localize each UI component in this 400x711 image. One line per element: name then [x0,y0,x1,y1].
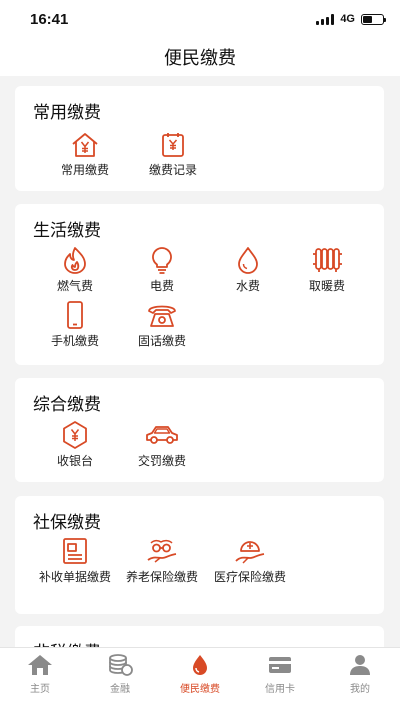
tab-label: 金融 [110,684,130,695]
credit-card-icon [269,657,291,673]
tile-medical-insurance[interactable]: 医疗保险缴费 [205,537,295,584]
bill-record-icon [162,133,184,157]
flame-icon [64,247,86,274]
tile-label: 手机缴费 [50,334,99,348]
section-title: 社保缴费 [33,513,101,532]
tile-gas[interactable]: 燃气费 [30,246,120,293]
section-card-comprehensive: 综合缴费 收银台 交罚缴费 [15,378,384,482]
tile-label: 常用缴费 [60,163,109,177]
tile-heating[interactable]: 取暖费 [282,246,372,293]
tab-home[interactable]: 主页 [0,654,80,695]
tile-label: 取暖费 [308,279,345,293]
tab-finance[interactable]: 金融 [80,654,160,695]
page-title: 便民缴费 [164,48,236,68]
tab-label: 便民缴费 [180,684,220,695]
network-label: 4G [340,13,355,25]
section-title: 生活缴费 [33,221,101,240]
section-card-non-tax: 非税缴费 [15,626,384,647]
tab-label: 主页 [30,684,50,695]
tile-label: 收银台 [56,454,93,468]
status-indicators: 4G [316,13,386,25]
tile-label: 燃气费 [56,279,93,293]
section-card-frequent: 常用缴费 常用缴费 缴费记录 [15,86,384,191]
tile-supplementary-bill[interactable]: 补收单据缴费 [30,537,120,584]
house-yen-icon [72,133,98,157]
section-title: 非税缴费 [33,638,101,647]
tile-water[interactable]: 水费 [203,246,293,293]
radiator-icon [313,248,342,272]
section-title: 综合缴费 [33,395,101,414]
drop-icon [193,655,207,675]
tile-label: 电费 [149,279,174,293]
section-card-living: 生活缴费 燃气费 电费 水费 取暖费 手机缴费 固话缴费 [15,204,384,365]
car-icon [146,426,178,444]
document-form-icon [63,538,87,564]
tab-profile[interactable]: 我的 [320,654,400,695]
tile-label: 养老保险缴费 [125,570,198,584]
coins-icon [109,654,133,676]
tile-cashier[interactable]: 收银台 [30,421,120,468]
tab-label: 信用卡 [265,684,295,695]
light-bulb-icon [152,247,172,274]
cashier-yen-icon [63,421,87,449]
nav-bar: 便民缴费 [0,38,400,76]
telephone-icon [148,305,176,327]
tab-convenience-payment[interactable]: 便民缴费 [160,654,240,695]
content-scroll[interactable]: 常用缴费 常用缴费 缴费记录 生活缴费 燃气费 电费 水费 取暖费 手机缴费 固… [0,76,400,647]
section-card-social-security: 社保缴费 补收单据缴费 养老保险缴费 医疗保险缴费 [15,496,384,614]
water-drop-icon [238,247,258,274]
tile-label: 缴费记录 [148,163,197,177]
tab-credit-card[interactable]: 信用卡 [240,654,320,695]
section-title: 常用缴费 [33,103,101,122]
tab-label: 我的 [350,684,370,695]
tile-label: 医疗保险缴费 [213,570,286,584]
status-time: 16:41 [30,10,69,28]
mobile-phone-icon [67,301,83,329]
medical-care-icon [235,541,265,564]
elderly-care-icon [147,539,177,563]
tile-pension-insurance[interactable]: 养老保险缴费 [117,537,207,584]
tile-label: 固话缴费 [137,334,186,348]
signal-icon [316,13,335,25]
home-icon [28,655,52,675]
tile-mobile[interactable]: 手机缴费 [30,301,120,348]
battery-icon [361,13,386,25]
tile-payment-record[interactable]: 缴费记录 [128,132,218,177]
status-bar: 16:41 4G [0,0,400,38]
tile-electricity[interactable]: 电费 [117,246,207,293]
tile-label: 水费 [235,279,260,293]
tile-frequent-payments[interactable]: 常用缴费 [40,132,130,177]
tile-traffic-fine[interactable]: 交罚缴费 [117,421,207,468]
tile-landline[interactable]: 固话缴费 [117,301,207,348]
tab-bar: 主页 金融 便民缴费 信用卡 我的 [0,647,400,711]
user-icon [350,655,370,675]
tile-label: 补收单据缴费 [38,570,111,584]
tile-label: 交罚缴费 [137,454,186,468]
